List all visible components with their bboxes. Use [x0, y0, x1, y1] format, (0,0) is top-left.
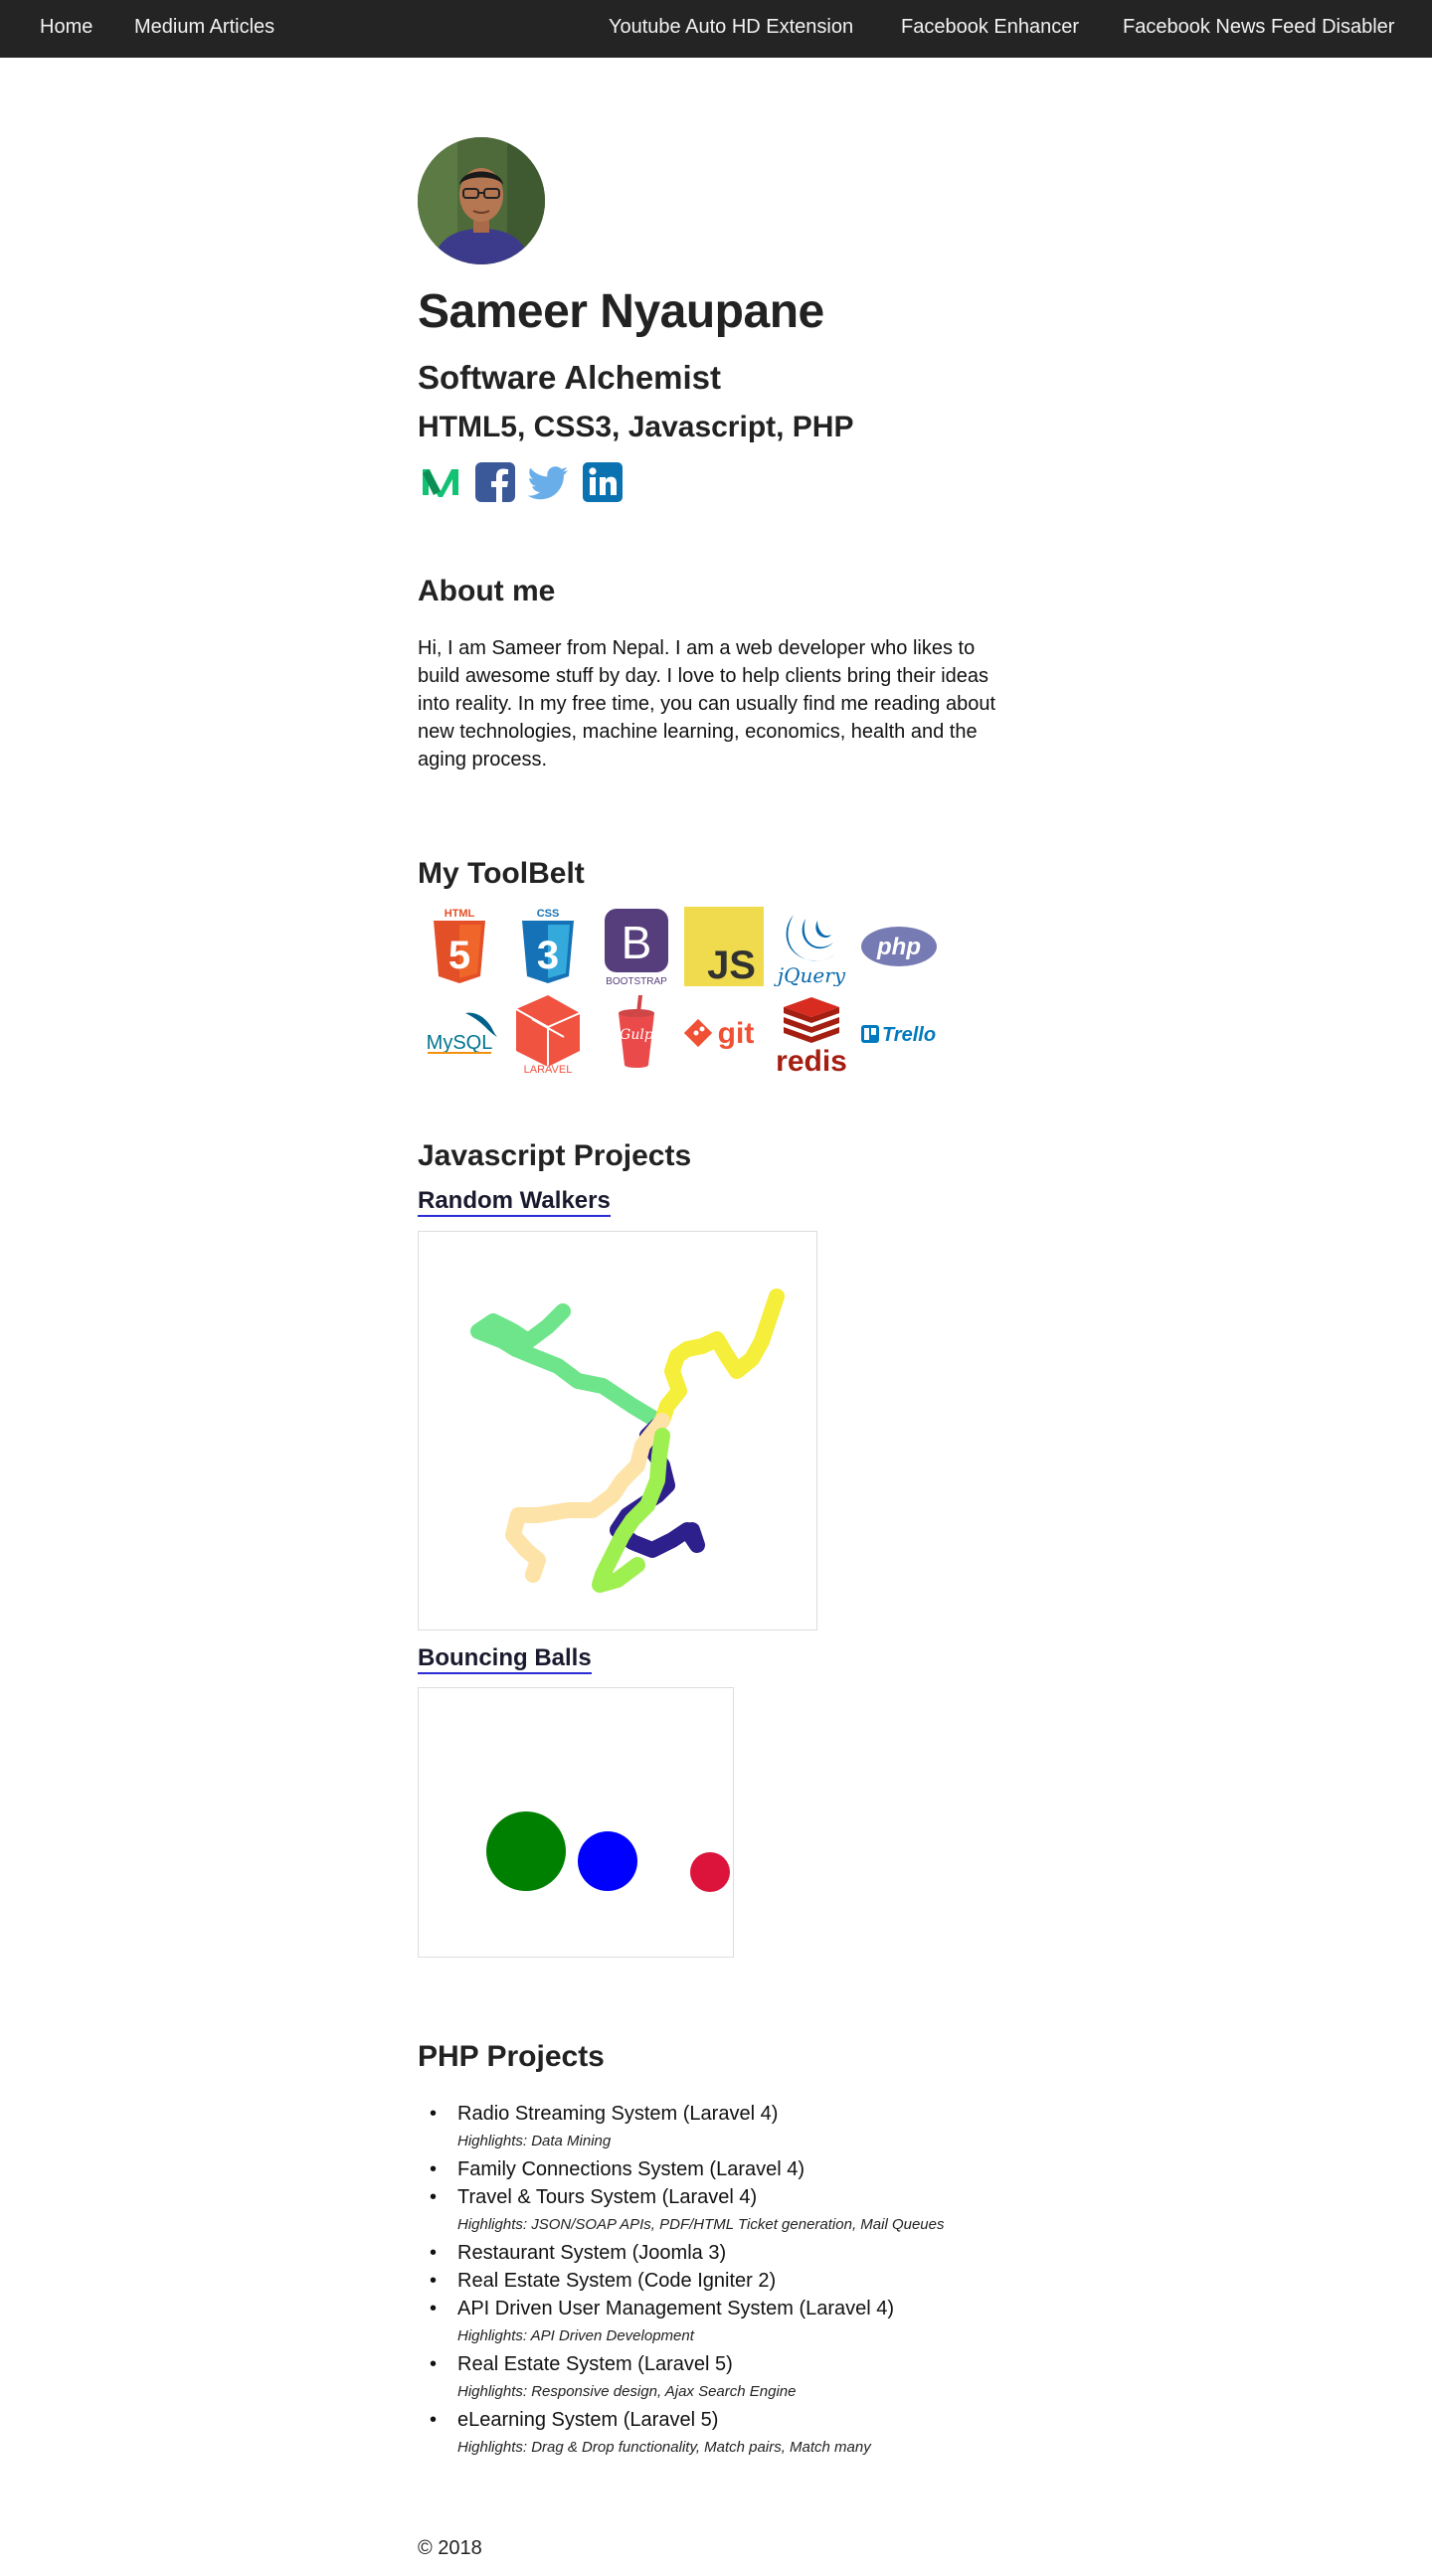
list-item: Radio Streaming System (Laravel 4) Highl…: [418, 2100, 1054, 2155]
project-highlights: Highlights: Responsive design, Ajax Sear…: [457, 2383, 797, 2400]
project-name: Real Estate System (Laravel 5): [457, 2353, 733, 2375]
css3-icon: CSS 3: [508, 907, 588, 986]
svg-text:5: 5: [448, 934, 470, 977]
gulp-icon: Gulp: [597, 993, 676, 1073]
redis-icon: redis: [772, 993, 851, 1078]
svg-text:redis: redis: [776, 1045, 847, 1073]
toolbelt-title: My ToolBelt: [418, 857, 585, 890]
svg-text:php: php: [876, 934, 921, 960]
js-projects-title: Javascript Projects: [418, 1139, 692, 1172]
php-projects-title: PHP Projects: [418, 2040, 605, 2073]
project-name: API Driven User Management System (Larav…: [457, 2298, 895, 2319]
svg-text:HTML: HTML: [445, 908, 475, 920]
bootstrap-icon: B BOOTSTRAP: [597, 907, 676, 987]
jquery-icon: jQuery: [772, 907, 851, 987]
mysql-icon: MySQL: [420, 993, 499, 1073]
profile-role: Software Alchemist: [418, 359, 722, 396]
avatar: [418, 137, 545, 264]
javascript-icon: JS: [684, 907, 764, 987]
bouncing-balls-canvas[interactable]: [418, 1687, 734, 1958]
walker-trail: [470, 1303, 665, 1429]
project-name: Travel & Tours System (Laravel 4): [457, 2186, 758, 2208]
svg-text:Trello: Trello: [882, 1024, 936, 1046]
project-name: Real Estate System (Code Igniter 2): [457, 2270, 777, 2292]
svg-text:3: 3: [537, 934, 559, 977]
project-highlights: Highlights: Data Mining: [457, 2133, 612, 2149]
top-navigation: Home Medium Articles Youtube Auto HD Ext…: [0, 0, 1432, 58]
bouncing-balls-link[interactable]: Bouncing Balls: [418, 1644, 592, 1674]
footer-copyright: © 2018: [418, 2537, 482, 2559]
project-highlights: Highlights: JSON/SOAP APIs, PDF/HTML Tic…: [457, 2216, 945, 2233]
linkedin-icon[interactable]: [582, 461, 624, 503]
list-item: Restaurant System (Joomla 3): [418, 2239, 1054, 2267]
php-projects-list: Radio Streaming System (Laravel 4) Highl…: [418, 2100, 1054, 2462]
svg-text:git: git: [718, 1017, 755, 1050]
project-name: Radio Streaming System (Laravel 4): [457, 2103, 779, 2125]
project-name: Restaurant System (Joomla 3): [457, 2242, 727, 2264]
profile-name: Sameer Nyaupane: [418, 285, 824, 338]
git-icon: git: [683, 993, 764, 1073]
profile-stack: HTML5, CSS3, Javascript, PHP: [418, 411, 854, 443]
project-highlights: Highlights: API Driven Development: [457, 2327, 694, 2344]
nav-link-youtube-auto-hd[interactable]: Youtube Auto HD Extension: [609, 0, 853, 58]
list-item: API Driven User Management System (Larav…: [418, 2295, 1054, 2350]
nav-link-medium-articles[interactable]: Medium Articles: [134, 0, 274, 58]
about-title: About me: [418, 575, 556, 607]
list-item: Real Estate System (Code Igniter 2): [418, 2267, 1054, 2295]
ball-blue: [578, 1831, 637, 1891]
svg-text:JS: JS: [707, 944, 756, 986]
ball-red: [690, 1852, 730, 1892]
ball-green: [486, 1811, 566, 1891]
random-walkers-link[interactable]: Random Walkers: [418, 1187, 611, 1217]
random-walkers-canvas[interactable]: [418, 1231, 817, 1631]
facebook-icon[interactable]: [474, 461, 516, 503]
project-name: eLearning System (Laravel 5): [457, 2409, 719, 2431]
svg-text:MySQL: MySQL: [427, 1032, 493, 1054]
svg-text:BOOTSTRAP: BOOTSTRAP: [606, 976, 667, 986]
nav-link-facebook-news-feed-disabler[interactable]: Facebook News Feed Disabler: [1123, 0, 1394, 58]
svg-text:Gulp: Gulp: [620, 1027, 653, 1043]
project-name: Family Connections System (Laravel 4): [457, 2158, 806, 2180]
nav-link-facebook-enhancer[interactable]: Facebook Enhancer: [901, 0, 1079, 58]
about-text: Hi, I am Sameer from Nepal. I am a web d…: [418, 637, 996, 771]
walker-trail: [654, 1288, 785, 1429]
svg-text:LARAVEL: LARAVEL: [524, 1064, 573, 1073]
svg-text:B: B: [622, 917, 652, 968]
svg-text:jQuery: jQuery: [774, 963, 846, 986]
php-icon: php: [859, 907, 939, 986]
list-item: eLearning System (Laravel 5) Highlights:…: [418, 2406, 1054, 2462]
list-item: Travel & Tours System (Laravel 4) Highli…: [418, 2183, 1054, 2239]
laravel-icon: LARAVEL: [508, 993, 588, 1076]
trello-icon: Trello: [859, 993, 939, 1073]
twitter-icon[interactable]: [527, 461, 570, 503]
html5-icon: HTML 5: [420, 907, 499, 986]
list-item: Family Connections System (Laravel 4): [418, 2155, 1054, 2183]
list-item: Real Estate System (Laravel 5) Highlight…: [418, 2350, 1054, 2406]
project-highlights: Highlights: Drag & Drop functionality, M…: [457, 2439, 871, 2456]
svg-text:CSS: CSS: [537, 908, 560, 920]
nav-link-home[interactable]: Home: [40, 0, 92, 58]
medium-icon[interactable]: [420, 461, 461, 503]
